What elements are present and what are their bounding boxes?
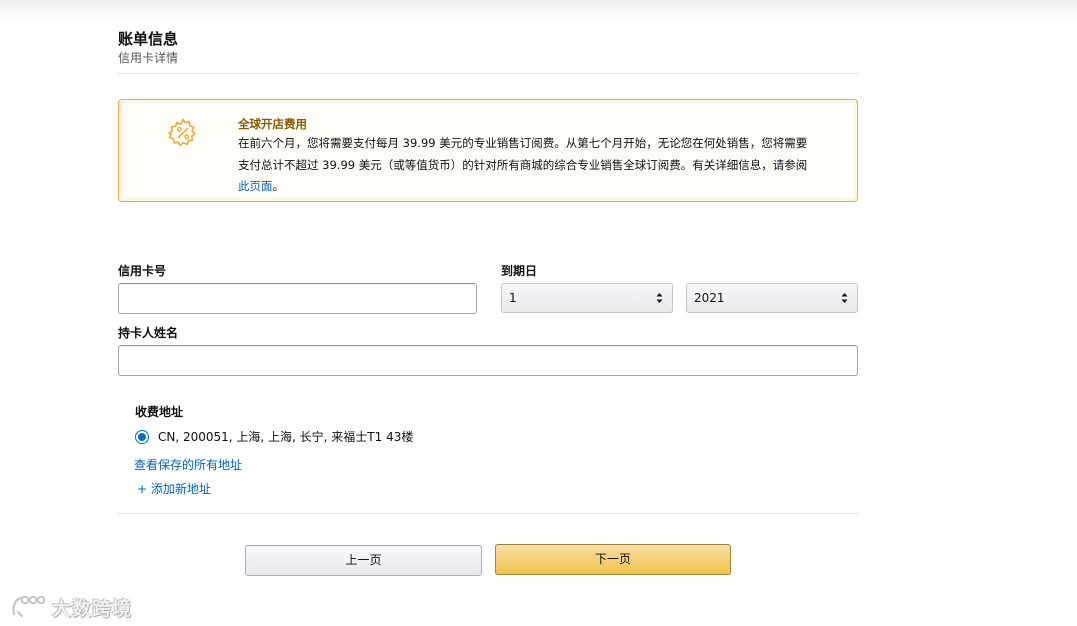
cardholder-name-input[interactable] [118,345,858,376]
fee-notice-box: 全球开店费用 在前六个月，您将需要支付每月 39.99 美元的专业销售订阅费。从… [118,99,858,202]
watermark-logo-icon [12,595,46,617]
cardholder-name-label: 持卡人姓名 [118,326,179,340]
previous-page-button[interactable]: 上一页 [245,545,482,576]
top-shadow [0,0,1077,22]
notice-title: 全球开店费用 [238,117,307,131]
card-number-label: 信用卡号 [118,264,167,278]
billing-address-label: 收费地址 [135,405,184,419]
notice-body: 在前六个月，您将需要支付每月 39.99 美元的专业销售订阅费。从第七个月开始，… [238,133,813,198]
section-title: 账单信息 [118,30,179,48]
expiry-label: 到期日 [501,264,538,278]
card-number-input[interactable] [118,283,477,314]
expiry-year-value: 2021 [694,291,725,305]
select-arrows-icon [841,293,848,303]
notice-body-end: 。 [272,179,285,193]
address-radio[interactable] [135,430,149,444]
watermark-text: 大数跨境 [52,598,133,620]
select-arrows-icon [656,293,663,303]
expiry-month-select[interactable]: 1 [501,283,673,313]
section-subtitle: 信用卡详情 [118,51,179,65]
divider [118,513,858,514]
view-saved-addresses-link[interactable]: 查看保存的所有地址 [134,456,242,473]
notice-body-text: 在前六个月，您将需要支付每月 39.99 美元的专业销售订阅费。从第七个月开始，… [238,136,808,172]
address-text: CN, 200051, 上海, 上海, 长宁, 来福士T1 43楼 [158,430,414,444]
next-page-button[interactable]: 下一页 [495,544,731,575]
expiry-year-select[interactable]: 2021 [686,283,858,313]
expiry-month-value: 1 [509,291,517,305]
gear-percent-icon [168,118,196,147]
divider [118,73,858,74]
add-new-address-link[interactable]: + 添加新地址 [137,480,211,497]
notice-link[interactable]: 此页面 [238,179,273,193]
